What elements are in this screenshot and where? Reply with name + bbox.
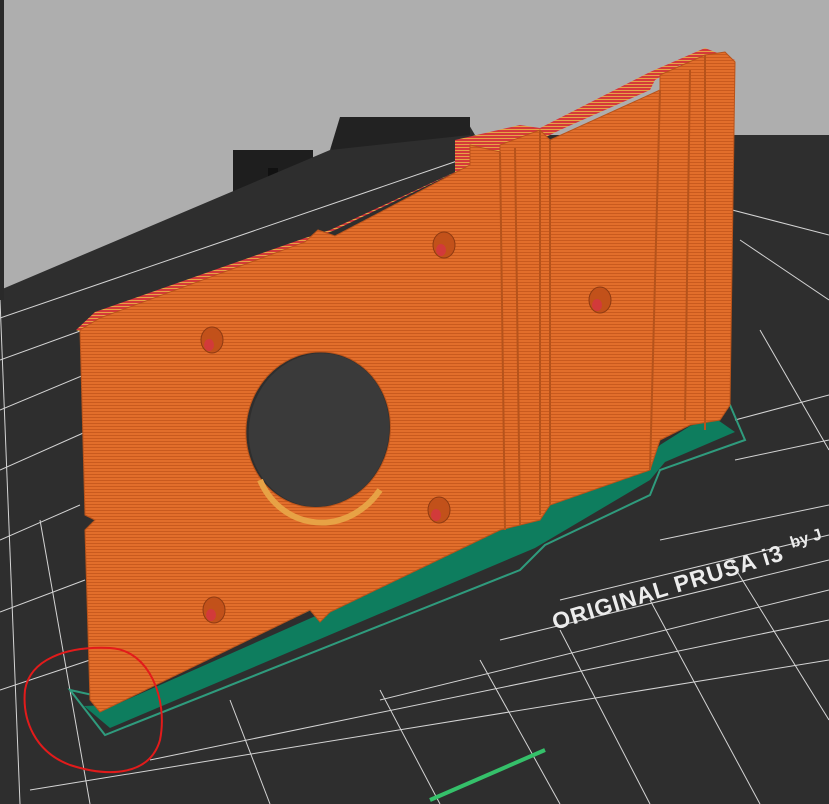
3d-preview-viewport[interactable]: ORIGINAL PRUSA i3 by J (0, 0, 829, 804)
preview-canvas[interactable]: ORIGINAL PRUSA i3 by J (0, 0, 829, 804)
